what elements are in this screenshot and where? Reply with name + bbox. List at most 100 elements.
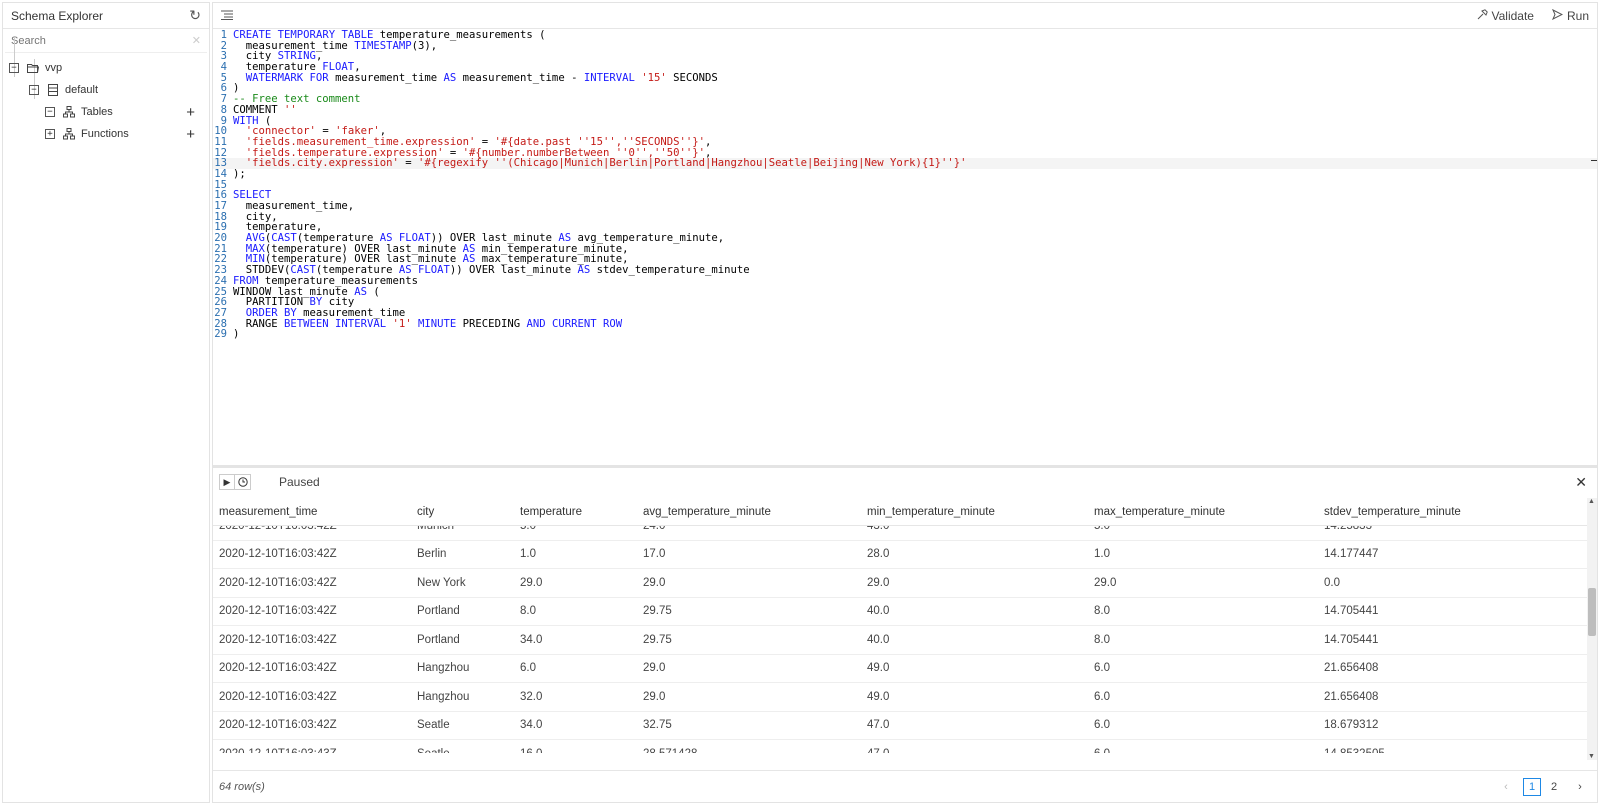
table-cell-avg_temperature_minute: 29.75 (643, 605, 672, 618)
results-scrollbar[interactable]: ▲ ▼ (1587, 498, 1597, 760)
table-cell-city: Portland (417, 605, 460, 618)
refresh-icon[interactable]: ↻ (189, 7, 201, 24)
column-header-temperature[interactable]: temperature (520, 506, 582, 518)
code-token: AS (354, 285, 367, 298)
tree-node-vvp[interactable]: − vvp (3, 57, 209, 79)
table-cell-stdev_temperature_minute: 21.656408 (1324, 662, 1379, 675)
next-page-icon[interactable]: › (1571, 778, 1589, 796)
collapse-icon[interactable]: − (9, 63, 19, 73)
table-row[interactable]: 2020-12-10T16:03:42Z Portland 34.0 29.75 40.… (213, 626, 1587, 655)
line-number: 8 (220, 103, 227, 116)
search-input[interactable] (11, 34, 192, 47)
collapse-icon[interactable]: − (45, 107, 55, 117)
tree-label-tables: Tables (81, 106, 113, 118)
column-header-min_temperature_minute[interactable]: min_temperature_minute (867, 506, 995, 518)
code-line: 15 (213, 179, 1597, 191)
table-cell-min_temperature_minute: 49.0 (867, 690, 890, 703)
folder-open-icon (27, 62, 39, 74)
scroll-up-icon[interactable]: ▲ (1588, 498, 1595, 505)
column-header-stdev_temperature_minute[interactable]: stdev_temperature_minute (1324, 506, 1461, 518)
table-cell-measurement_time: 2020-12-10T16:03:42Z (219, 633, 337, 646)
table-cell-avg_temperature_minute: 32.75 (643, 719, 672, 732)
code-line: 18 city, (213, 211, 1597, 223)
code-line: 25 WINDOW last_minute AS ( (213, 285, 1597, 298)
table-row[interactable]: 2020-12-10T16:03:42Z Hangzhou 32.0 29.0 49.0… (213, 683, 1587, 712)
table-cell-max_temperature_minute: 6.0 (1094, 719, 1110, 732)
page-button[interactable]: 1 (1523, 777, 1541, 796)
table-row[interactable]: 2020-12-10T16:03:42Z Seatle 34.0 32.75 47.0 6… (213, 712, 1587, 740)
search-box: ✕ (5, 29, 207, 53)
table-row[interactable]: 2020-12-10T16:03:43Z Seatle 16.0 28.571428 4… (213, 740, 1587, 753)
table-cell-temperature: 29.0 (520, 576, 543, 589)
table-cell-max_temperature_minute: 8.0 (1094, 605, 1110, 618)
table-cell-city: Seatle (417, 719, 450, 732)
expand-icon[interactable]: + (45, 129, 55, 139)
table-row[interactable]: 2020-12-10T16:03:42Z New York 29.0 29.0 29.0… (213, 569, 1587, 598)
table-cell-measurement_time: 2020-12-10T16:03:43Z (219, 748, 337, 753)
line-number: 29 (214, 328, 227, 341)
line-number: 24 (214, 274, 227, 287)
play-icon[interactable]: ▶ (219, 474, 235, 490)
code-token: '15' (641, 71, 667, 84)
format-icon[interactable] (221, 9, 233, 23)
line-number: 11 (214, 135, 227, 148)
sql-editor[interactable]: 1 CREATE TEMPORARY TABLE temperature_meas… (213, 30, 1597, 464)
add-table-icon[interactable]: + (186, 104, 195, 121)
app-root: Schema Explorer ↻ ✕ − vvp − default (0, 0, 1600, 805)
table-cell-avg_temperature_minute: 29.0 (643, 662, 666, 675)
line-content: WATERMARK FOR measurement_time AS measur… (229, 71, 718, 84)
column-header-avg_temperature_minute[interactable]: avg_temperature_minute (643, 506, 771, 518)
code-token: AND CURRENT ROW (526, 317, 623, 330)
validate-button[interactable]: Validate (1477, 9, 1534, 23)
tree-node-functions[interactable]: + Functions + (3, 123, 209, 145)
clock-icon[interactable] (235, 474, 251, 490)
code-line: 3 city STRING, (213, 51, 1597, 62)
code-line: 14); (213, 169, 1597, 180)
tree-label-default: default (65, 84, 99, 96)
column-header-city[interactable]: city (417, 506, 434, 518)
page-list: 12 (1523, 777, 1563, 796)
table-cell-measurement_time: 2020-12-10T16:03:42Z (219, 719, 337, 732)
page-button[interactable]: 2 (1545, 778, 1563, 796)
table-cell-measurement_time: 2020-12-10T16:03:42Z (219, 662, 337, 675)
column-header-measurement_time[interactable]: measurement_time (219, 506, 317, 518)
table-cell-min_temperature_minute: 47.0 (867, 719, 890, 732)
table-cell-city: Seatle (417, 748, 450, 753)
schema-explorer-title: Schema Explorer (11, 8, 104, 23)
tree-node-tables[interactable]: − Tables + (3, 101, 209, 123)
collapse-icon[interactable]: − (29, 85, 39, 95)
code-line: 23 STDDEV(CAST(temperature AS FLOAT)) OV… (213, 265, 1597, 276)
run-button[interactable]: Run (1551, 8, 1589, 23)
code-token: SECONDS (666, 71, 718, 84)
close-results-icon[interactable]: ✕ (1575, 474, 1587, 491)
code-lines: 1 CREATE TEMPORARY TABLE temperature_meas… (213, 30, 1597, 340)
code-token: PRECEDING (456, 317, 527, 330)
code-token: FLOAT (418, 264, 450, 277)
line-content: RANGE BETWEEN INTERVAL '1' MINUTE PRECED… (229, 317, 623, 330)
tree-node-default[interactable]: − default (3, 79, 209, 101)
code-line: 17 measurement_time, (213, 201, 1597, 212)
table-cell-stdev_temperature_minute: 21.656408 (1324, 690, 1379, 703)
table-row[interactable]: 2020-12-10T16:03:42Z Berlin 1.0 17.0 28.0 1.0… (213, 541, 1587, 569)
table-row[interactable]: 2020-12-10T16:03:42Z Hangzhou 6.0 29.0 49.0 6… (213, 655, 1587, 683)
table-row[interactable]: 2020-12-10T16:03:42Z Portland 8.0 29.75 40.0… (213, 598, 1587, 626)
code-line: 24 FROM temperature_measurements (213, 274, 1597, 287)
scroll-down-icon[interactable]: ▼ (1588, 753, 1595, 760)
prev-page-icon[interactable]: ‹ (1497, 778, 1515, 796)
table-cell-measurement_time: 2020-12-10T16:03:42Z (219, 690, 337, 703)
code-line: 28 RANGE BETWEEN INTERVAL '1' MINUTE PRE… (213, 317, 1597, 330)
table-cell-stdev_temperature_minute: 18.679312 (1324, 719, 1379, 732)
code-line: 7 -- Free text comment (213, 94, 1597, 105)
scrollbar-thumb[interactable] (1588, 588, 1596, 636)
add-function-icon[interactable]: + (186, 126, 195, 143)
table-cell-temperature: 34.0 (520, 719, 543, 732)
table-cell-measurement_time: 2020-12-10T16:03:42Z (219, 548, 337, 561)
table-cell-temperature: 34.0 (520, 633, 543, 646)
clear-search-icon[interactable]: ✕ (192, 34, 201, 47)
column-header-max_temperature_minute[interactable]: max_temperature_minute (1094, 506, 1225, 518)
table-cell-city: New York (417, 576, 466, 589)
code-token: MINUTE (418, 317, 457, 330)
code-token: (3), (411, 39, 438, 52)
code-token: '' (284, 103, 297, 116)
table-cell-avg_temperature_minute: 29.0 (643, 576, 666, 589)
